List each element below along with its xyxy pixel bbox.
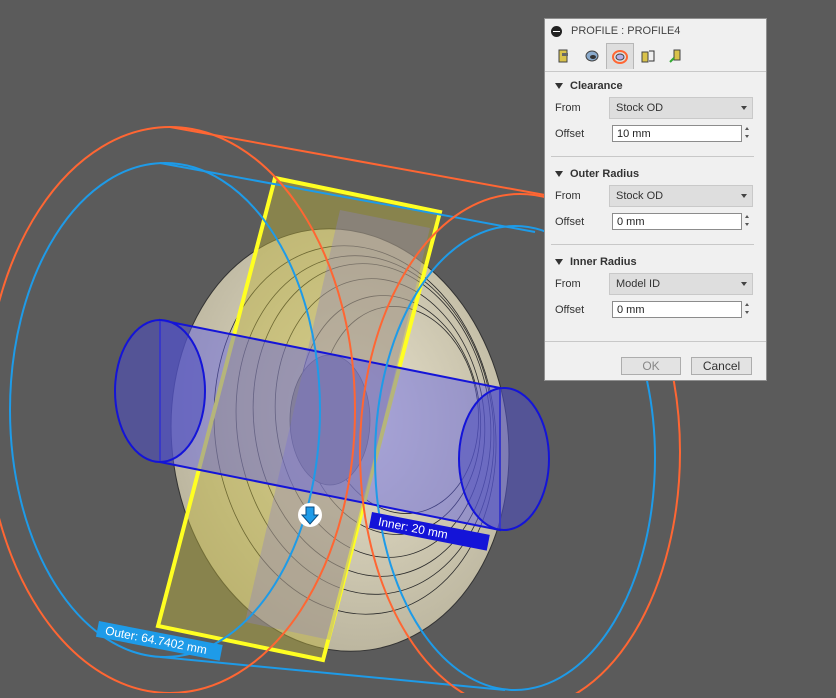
minimize-icon[interactable] (551, 25, 562, 37)
tool-tab[interactable] (550, 43, 578, 69)
radii-tab[interactable] (606, 43, 634, 69)
ok-button[interactable]: OK (621, 357, 681, 375)
cancel-button[interactable]: Cancel (691, 357, 752, 375)
clearance-header[interactable]: Clearance (545, 77, 766, 95)
panel-titlebar[interactable]: PROFILE : PROFILE4 (545, 19, 766, 43)
panel-tabs (545, 43, 766, 72)
outer-radius-header[interactable]: Outer Radius (545, 165, 766, 183)
clearance-offset-input[interactable] (612, 125, 742, 142)
inner-radius-from-value: Model ID (616, 278, 661, 290)
clearance-heading: Clearance (570, 80, 623, 92)
inner-radius-header[interactable]: Inner Radius (545, 253, 766, 271)
outer-radius-section: Outer Radius From Stock OD Offset (545, 165, 766, 235)
chevron-down-icon (741, 282, 747, 286)
radii-tab-icon (612, 49, 628, 64)
outer-radius-offset-input[interactable] (612, 213, 742, 230)
geometry-tab-icon (585, 50, 599, 62)
inner-radius-offset-spinner[interactable] (743, 301, 752, 318)
inner-radius-section: Inner Radius From Model ID Offset (545, 253, 766, 323)
profile-panel: PROFILE : PROFILE4 Clearance From Stock … (544, 18, 767, 381)
clearance-offset-spinner[interactable] (743, 125, 752, 142)
expand-triangle-icon (555, 259, 563, 265)
expand-triangle-icon (555, 83, 563, 89)
passes-tab-icon (641, 50, 655, 63)
outer-radius-from-select[interactable]: Stock OD (609, 185, 753, 207)
linking-tab-icon (669, 49, 681, 63)
outer-radius-offset-label: Offset (555, 216, 585, 228)
outer-radius-from-label: From (555, 190, 581, 202)
chevron-down-icon (741, 106, 747, 110)
inner-radius-from-select[interactable]: Model ID (609, 273, 753, 295)
inner-radius-heading: Inner Radius (570, 256, 637, 268)
inner-cylinder-left-cap (114, 319, 206, 463)
outer-radius-heading: Outer Radius (570, 168, 640, 180)
clearance-edge-top (169, 126, 546, 196)
arrow-down-icon[interactable] (298, 503, 322, 527)
clearance-from-value: Stock OD (616, 102, 664, 114)
inner-radius-offset-label: Offset (555, 304, 585, 316)
inner-radius-from-label: From (555, 278, 581, 290)
outer-radius-offset-spinner[interactable] (743, 213, 752, 230)
inner-radius-offset-input[interactable] (612, 301, 742, 318)
clearance-offset-label: Offset (555, 128, 585, 140)
clearance-from-select[interactable]: Stock OD (609, 97, 753, 119)
tool-tab-icon (558, 49, 568, 63)
clearance-from-label: From (555, 102, 581, 114)
passes-tab[interactable] (634, 43, 662, 69)
inner-cylinder-right-cap (458, 387, 550, 531)
expand-triangle-icon (555, 171, 563, 177)
linking-tab[interactable] (662, 43, 690, 69)
geometry-tab[interactable] (578, 43, 606, 69)
outer-radius-from-value: Stock OD (616, 190, 664, 202)
clearance-section: Clearance From Stock OD Offset (545, 77, 766, 147)
panel-title: PROFILE : PROFILE4 (571, 25, 681, 37)
chevron-down-icon (741, 194, 747, 198)
